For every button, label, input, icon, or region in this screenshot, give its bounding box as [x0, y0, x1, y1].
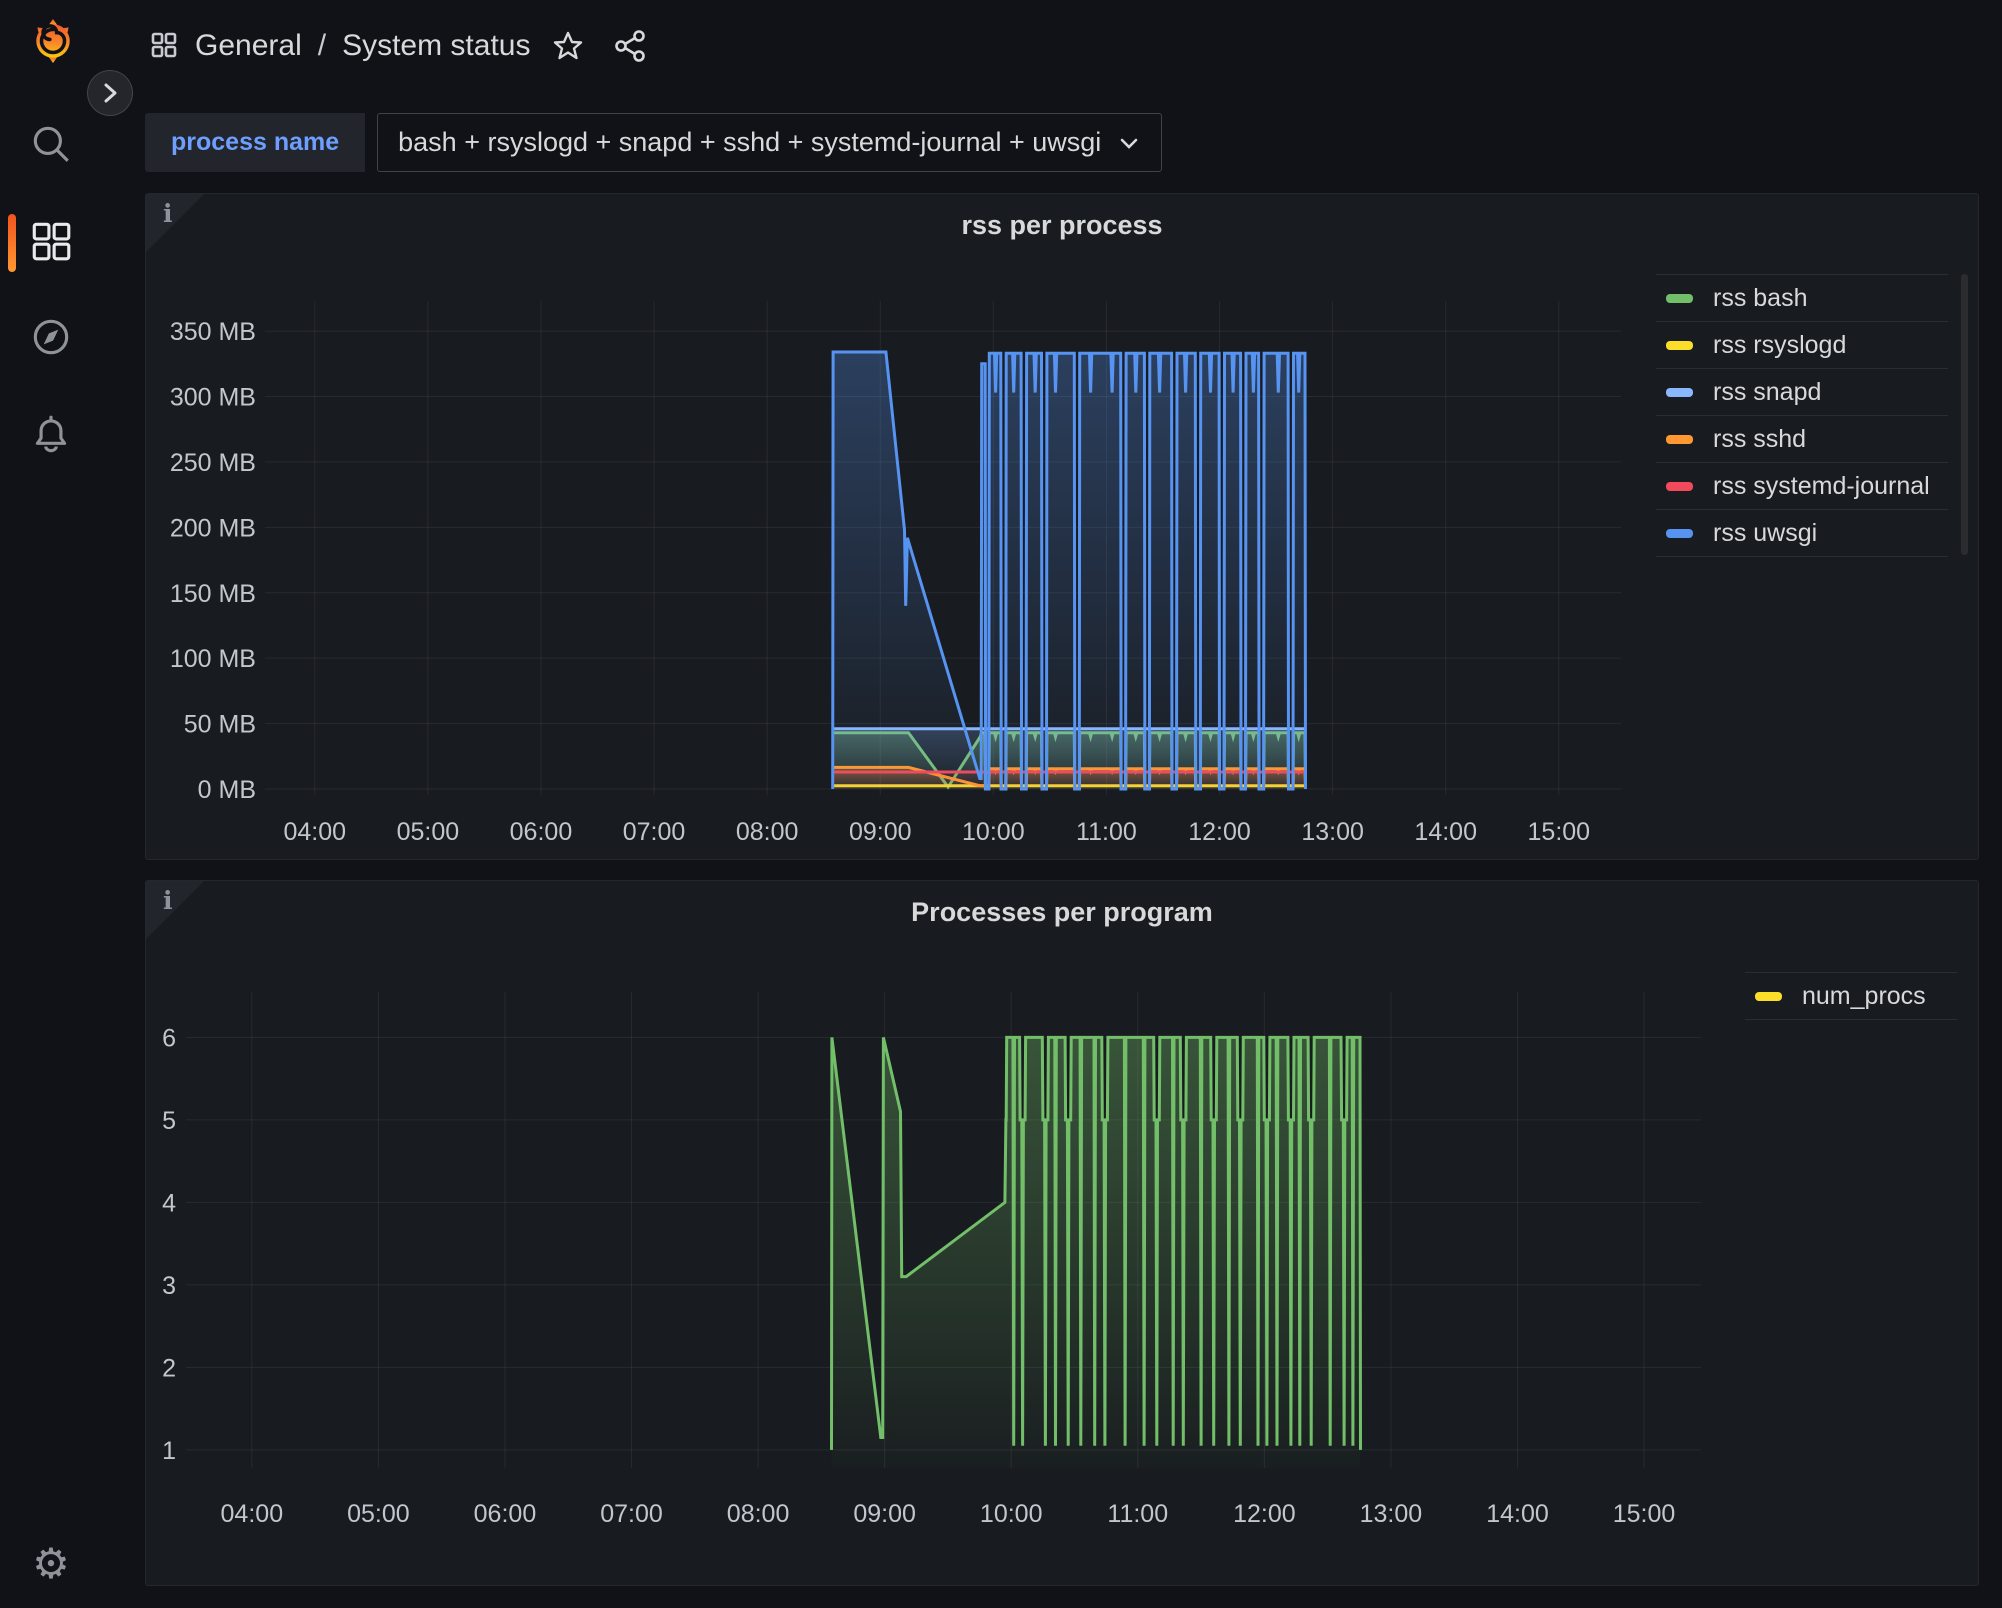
- y-tick-label: 300 MB: [170, 384, 256, 412]
- y-tick-label: 50 MB: [184, 711, 256, 739]
- y-tick-label: 0 MB: [198, 776, 256, 804]
- x-tick-label: 07:00: [600, 1500, 663, 1528]
- panel-rss-per-process: i rss per process 04:0005:0006:0007:0008…: [145, 193, 1979, 860]
- grafana-logo[interactable]: [30, 18, 76, 64]
- y-tick-label: 2: [162, 1354, 176, 1382]
- x-tick-label: 05:00: [397, 818, 460, 846]
- legend-item[interactable]: rss bash: [1656, 274, 1948, 321]
- panel-processes-per-program: i Processes per program 04:0005:0006:000…: [145, 880, 1979, 1586]
- x-tick-label: 14:00: [1486, 1500, 1549, 1528]
- expand-sidebar-button[interactable]: [87, 70, 133, 116]
- legend-marker: [1666, 388, 1693, 397]
- y-tick-label: 200 MB: [170, 514, 256, 542]
- breadcrumb-section[interactable]: General: [195, 29, 302, 63]
- x-tick-label: 13:00: [1301, 818, 1364, 846]
- sidebar: ⚙: [0, 0, 108, 1608]
- x-tick-label: 12:00: [1188, 818, 1251, 846]
- legend-scrollbar[interactable]: [1961, 274, 1968, 555]
- y-tick-label: 6: [162, 1024, 176, 1052]
- y-tick-label: 3: [162, 1272, 176, 1300]
- x-tick-label: 11:00: [1107, 1500, 1168, 1528]
- x-tick-label: 08:00: [727, 1500, 790, 1528]
- y-tick-label: 250 MB: [170, 449, 256, 477]
- breadcrumb: General / System status: [145, 29, 648, 63]
- legend-marker: [1666, 435, 1693, 444]
- x-tick-label: 13:00: [1360, 1500, 1423, 1528]
- settings-gear-icon[interactable]: ⚙: [28, 1541, 74, 1587]
- procs-chart-plot[interactable]: 04:00 05:00 06:00 07:00 08:00 09:00 10:00 11:00…: [146, 881, 1978, 1585]
- x-tick-label: 07:00: [623, 818, 686, 846]
- y-tick-label: 100 MB: [170, 645, 256, 673]
- legend-item[interactable]: rss rsyslogd: [1656, 321, 1948, 368]
- alerting-bell-icon[interactable]: [28, 412, 74, 458]
- series-area-rss uwsgi: [833, 352, 1306, 789]
- legend-label: rss uwsgi: [1713, 519, 1817, 548]
- x-tick-label: 12:00: [1233, 1500, 1296, 1528]
- legend-item[interactable]: rss sshd: [1656, 415, 1948, 462]
- x-tick-label: 08:00: [736, 818, 799, 846]
- y-tick-label: 150 MB: [170, 580, 256, 608]
- legend-marker: [1755, 992, 1782, 1001]
- legend-label: rss systemd-journal: [1713, 472, 1930, 501]
- x-tick-label: 10:00: [962, 818, 1025, 846]
- template-variable-row: process name bash + rsyslogd + snapd + s…: [145, 113, 1162, 172]
- rss-legend: rss bash rss rsyslogd rss snapd rss sshd rss…: [1656, 274, 1948, 557]
- legend-item[interactable]: rss uwsgi: [1656, 509, 1948, 556]
- dashboards-icon[interactable]: [28, 218, 74, 264]
- x-tick-label: 11:00: [1076, 818, 1137, 846]
- breadcrumb-title: System status: [342, 29, 530, 63]
- procs-legend: num_procs: [1745, 972, 1957, 1020]
- y-tick-label: 350 MB: [170, 318, 256, 346]
- legend-label: rss bash: [1713, 284, 1807, 313]
- x-tick-label: 04:00: [283, 818, 346, 846]
- breadcrumb-separator: /: [318, 29, 326, 63]
- x-tick-label: 15:00: [1613, 1500, 1676, 1528]
- legend-label: num_procs: [1802, 982, 1926, 1011]
- y-tick-label: 4: [162, 1189, 176, 1217]
- y-tick-label: 5: [162, 1107, 176, 1135]
- variable-value-dropdown[interactable]: bash + rsyslogd + snapd + sshd + systemd…: [377, 113, 1162, 172]
- legend-item[interactable]: rss snapd: [1656, 368, 1948, 415]
- legend-marker: [1666, 482, 1693, 491]
- x-tick-label: 05:00: [347, 1500, 410, 1528]
- dashboards-grid-icon[interactable]: [151, 32, 179, 60]
- active-section-indicator: [8, 214, 16, 272]
- explore-compass-icon[interactable]: [28, 314, 74, 360]
- x-tick-label: 06:00: [510, 818, 573, 846]
- legend-label: rss rsyslogd: [1713, 331, 1846, 360]
- x-tick-label: 10:00: [980, 1500, 1043, 1528]
- variable-value: bash + rsyslogd + snapd + sshd + systemd…: [398, 127, 1101, 158]
- legend-label: rss snapd: [1713, 378, 1821, 407]
- legend-item[interactable]: rss systemd-journal: [1656, 462, 1948, 509]
- legend-item[interactable]: num_procs: [1745, 972, 1957, 1019]
- x-tick-label: 14:00: [1414, 818, 1477, 846]
- legend-marker: [1666, 529, 1693, 538]
- chevron-down-icon: [1119, 127, 1139, 158]
- x-tick-label: 09:00: [849, 818, 912, 846]
- legend-marker: [1666, 341, 1693, 350]
- top-navigation: General / System status: [108, 0, 2002, 92]
- y-tick-label: 1: [162, 1437, 176, 1465]
- x-tick-label: 04:00: [221, 1500, 284, 1528]
- variable-label: process name: [145, 113, 365, 172]
- legend-label: rss sshd: [1713, 425, 1806, 454]
- x-tick-label: 09:00: [853, 1500, 916, 1528]
- x-tick-label: 06:00: [474, 1500, 537, 1528]
- share-icon[interactable]: [614, 30, 648, 62]
- x-tick-label: 15:00: [1528, 818, 1591, 846]
- star-icon[interactable]: [552, 30, 584, 62]
- search-icon[interactable]: [28, 121, 74, 167]
- legend-marker: [1666, 294, 1693, 303]
